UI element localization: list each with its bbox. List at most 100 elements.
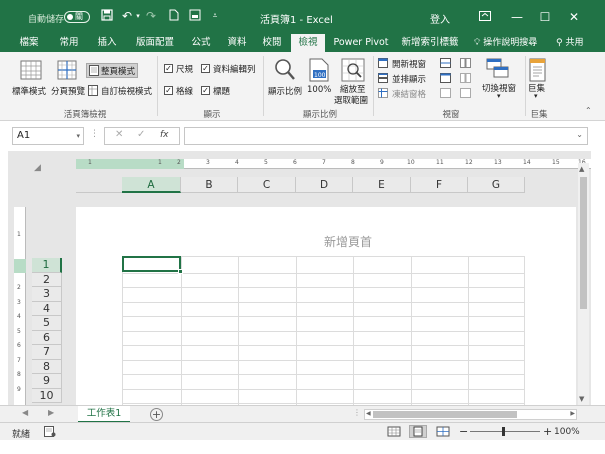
formula-bar-checkbox[interactable]: ✓ [201,64,210,73]
share-button[interactable]: ⚲ 共用 [556,34,583,52]
tab-formulas[interactable]: 公式 [184,34,218,52]
row-header-6[interactable]: 6 [32,330,62,345]
scroll-right-icon[interactable]: ▶ [570,410,575,417]
switch-windows-icon[interactable] [486,58,510,83]
fill-handle[interactable] [178,269,183,274]
page-break-view-button[interactable] [434,425,452,438]
row-header-3[interactable]: 3 [32,287,62,302]
row-header-2[interactable]: 2 [32,272,62,287]
tab-insert[interactable]: 插入 [90,34,124,52]
zoom-to-selection-label-2[interactable]: 選取範圍 [334,94,368,106]
redo-icon[interactable]: ↷ [145,9,157,23]
tab-home[interactable]: 常用 [52,34,86,52]
macro-recording-icon[interactable] [44,426,56,440]
column-header-a[interactable]: A [122,177,181,193]
enter-check-icon[interactable]: ✓ [137,129,145,140]
expand-formula-bar-chevron-down-icon[interactable]: ⌄ [576,130,583,139]
column-header-e[interactable]: E [353,177,411,193]
hide-window-icon[interactable] [440,73,451,86]
scroll-left-icon[interactable]: ◀ [366,410,371,417]
undo-dropdown-icon[interactable]: ▾ [134,9,142,23]
tab-data[interactable]: 資料 [220,34,254,52]
zoom-level[interactable]: 100% [554,427,580,437]
split-icon[interactable] [440,58,451,71]
scroll-thumb[interactable] [373,411,517,418]
macros-chevron-down-icon[interactable]: ▾ [534,92,538,100]
column-header-d[interactable]: D [296,177,353,193]
scroll-up-icon[interactable]: ▲ [579,165,584,173]
normal-view-button[interactable] [385,425,403,438]
cell-grid[interactable] [122,256,525,405]
zoom-to-selection-icon[interactable] [341,58,365,85]
next-sheet-icon[interactable]: ▶ [48,408,54,417]
customize-toolbar-icon[interactable]: ⩡ [210,9,220,23]
row-header-7[interactable]: 7 [32,345,62,360]
add-header-placeholder[interactable]: 新增頁首 [324,233,372,250]
vertical-scrollbar[interactable]: ▲ ▼ [578,163,589,406]
horizontal-scrollbar[interactable]: ◀ ▶ [364,409,577,420]
tab-power-pivot[interactable]: Power Pivot [330,34,392,52]
collapse-ribbon-icon[interactable]: ⌃ [585,106,592,115]
gridlines-checkbox[interactable]: ✓ [164,86,173,95]
row-header-1[interactable]: 1 [32,258,62,273]
tell-me-search[interactable]: 💡︎ 操作說明搜尋 [474,34,537,52]
ruler-checkbox[interactable]: ✓ [164,64,173,73]
scroll-down-icon[interactable]: ▼ [579,395,584,403]
tab-view[interactable]: 檢視 [291,34,325,52]
zoom-100-icon[interactable]: 100 [308,58,330,85]
save-icon[interactable] [100,9,114,23]
cancel-icon[interactable]: ✕ [115,129,123,140]
column-header-b[interactable]: B [181,177,238,193]
zoom-slider-knob[interactable] [502,427,505,436]
add-sheet-icon[interactable]: + [150,408,163,421]
macros-icon[interactable] [528,58,548,85]
name-box-chevron-down-icon[interactable]: ▾ [76,128,80,144]
freeze-panes-icon[interactable] [378,88,388,101]
tab-file[interactable]: 檔案 [12,34,46,52]
row-header-10[interactable]: 10 [32,388,62,403]
autosave-toggle[interactable]: 關 [64,11,90,23]
view-side-by-side-icon[interactable] [460,58,471,71]
custom-views-icon[interactable] [88,85,98,99]
zoom-in-button[interactable]: + [543,425,552,438]
minimize-icon[interactable]: — [505,6,529,28]
zoom-label[interactable]: 顯示比例 [268,85,302,97]
insert-function-icon[interactable]: fx [160,130,169,140]
maximize-icon[interactable]: ☐ [533,6,557,28]
arrange-all-label[interactable]: 並排顯示 [392,73,426,85]
switch-windows-chevron-down-icon[interactable]: ▾ [497,92,501,100]
normal-view-icon[interactable] [20,60,42,83]
row-header-5[interactable]: 5 [32,316,62,331]
tab-review[interactable]: 校閱 [255,34,289,52]
row-header-4[interactable]: 4 [32,301,62,316]
arrange-all-icon[interactable] [378,73,388,86]
quick-print-icon[interactable] [188,9,202,23]
active-cell-a1[interactable] [122,256,183,274]
page-layout-button[interactable]: 整頁模式 [86,63,138,78]
new-document-icon[interactable] [168,9,180,23]
zoom-slider-track[interactable] [470,431,540,432]
headings-checkbox[interactable]: ✓ [201,86,210,95]
synchronous-scrolling-icon[interactable] [460,73,471,86]
tab-page-layout[interactable]: 版面配置 [128,34,182,52]
select-all-corner[interactable]: ◢ [34,163,41,173]
column-header-f[interactable]: F [411,177,468,193]
tab-new-custom[interactable]: 新增索引標籤 [398,34,462,52]
reset-window-position-icon[interactable] [460,88,471,101]
page-break-preview-icon[interactable] [57,60,77,83]
formula-input[interactable]: ⌄ [184,127,588,145]
zoom-out-button[interactable]: − [459,425,468,438]
sign-in-link[interactable]: 登入 [430,11,450,26]
normal-view-label[interactable]: 標準模式 [12,85,46,97]
freeze-panes-label[interactable]: 凍結窗格 [392,88,426,100]
page-layout-view-button[interactable] [409,425,427,438]
page-break-preview-label[interactable]: 分頁預覽 [51,85,85,97]
row-header-8[interactable]: 8 [32,359,62,374]
previous-sheet-icon[interactable]: ◀ [22,408,28,417]
column-header-g[interactable]: G [468,177,525,193]
custom-views-label[interactable]: 自訂檢視模式 [101,85,152,97]
undo-icon[interactable]: ↶ [120,9,134,23]
scroll-thumb[interactable] [580,177,587,309]
column-header-c[interactable]: C [238,177,296,193]
close-icon[interactable]: ✕ [562,6,586,28]
